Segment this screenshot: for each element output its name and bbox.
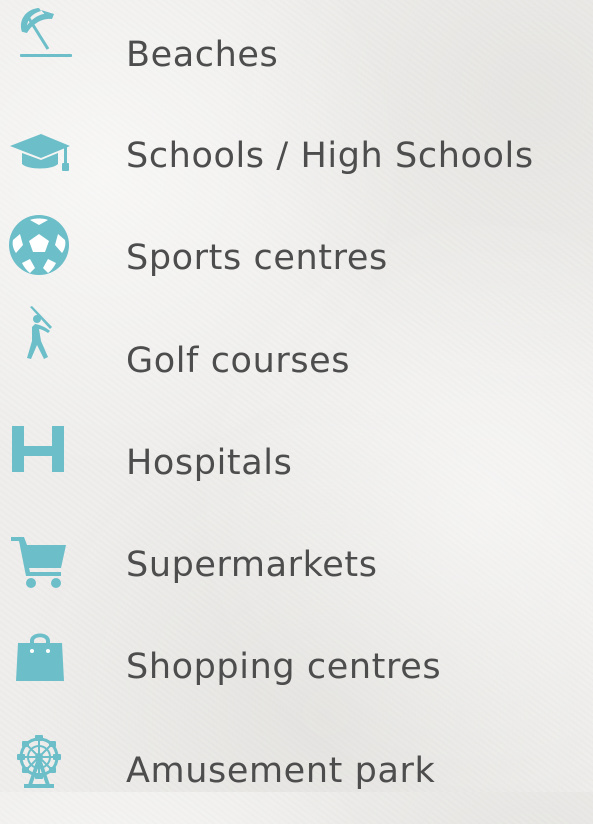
amenity-hospitals: Hospitals	[0, 412, 593, 515]
hospital-h-icon	[8, 420, 72, 484]
amenity-beaches: Beaches	[0, 0, 593, 103]
amenities-list: Beaches Schools / High Schools Sports ce…	[0, 0, 593, 792]
amenity-label: Golf courses	[126, 341, 351, 381]
amenity-label: Sports centres	[126, 238, 388, 278]
shopping-bag-icon	[8, 623, 72, 687]
ferris-wheel-icon	[8, 733, 72, 797]
amenity-label: Schools / High Schools	[126, 136, 534, 176]
shopping-cart-icon	[8, 531, 72, 595]
amenity-supermarkets: Supermarkets	[0, 515, 593, 618]
amenity-label: Hospitals	[126, 443, 293, 483]
soccer-ball-icon	[8, 214, 72, 278]
amenity-amusement-park: Amusement park	[0, 721, 593, 824]
amenity-label: Beaches	[126, 35, 279, 75]
amenity-label: Shopping centres	[126, 647, 442, 687]
beach-umbrella-icon	[8, 2, 72, 66]
amenity-sports-centres: Sports centres	[0, 206, 593, 309]
amenity-label: Supermarkets	[126, 545, 378, 585]
amenity-schools: Schools / High Schools	[0, 103, 593, 206]
amenity-shopping-centres: Shopping centres	[0, 618, 593, 721]
graduation-cap-icon	[8, 124, 72, 188]
amenity-label: Amusement park	[126, 751, 436, 791]
amenity-golf-courses: Golf courses	[0, 306, 593, 412]
golfer-icon	[8, 303, 72, 367]
